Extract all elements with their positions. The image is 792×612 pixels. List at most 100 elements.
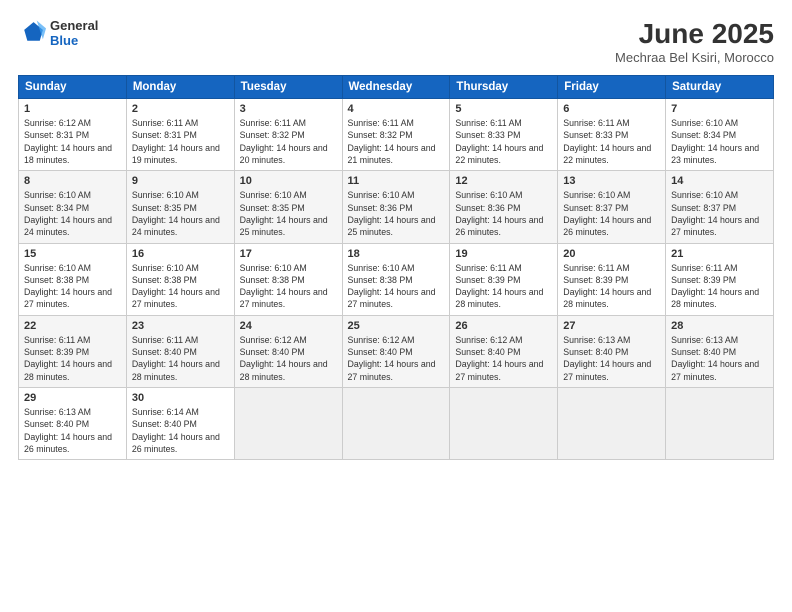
day-number: 23 — [132, 320, 229, 332]
table-row: 18Sunrise: 6:10 AMSunset: 8:38 PMDayligh… — [342, 243, 450, 315]
col-sunday: Sunday — [19, 76, 127, 99]
table-row: 25 Sunrise: 6:12 AMSunset: 8:40 PMDayligh… — [342, 315, 450, 387]
day-number: 1 — [24, 103, 121, 115]
table-row: 15Sunrise: 6:10 AMSunset: 8:38 PMDayligh… — [19, 243, 127, 315]
day-info: Sunrise: 6:11 AMSunset: 8:39 PMDaylight:… — [563, 263, 651, 310]
day-info: Sunrise: 6:14 AMSunset: 8:40 PMDaylight:… — [132, 407, 220, 454]
day-info: Sunrise: 6:10 AMSunset: 8:38 PMDaylight:… — [240, 263, 328, 310]
day-number: 29 — [24, 392, 121, 404]
table-row: 21Sunrise: 6:11 AMSunset: 8:39 PMDayligh… — [666, 243, 774, 315]
week-row-2: 8Sunrise: 6:10 AMSunset: 8:34 PMDaylight… — [19, 171, 774, 243]
table-row: 29Sunrise: 6:13 AMSunset: 8:40 PMDayligh… — [19, 388, 127, 460]
day-number: 7 — [671, 103, 768, 115]
table-row: 4Sunrise: 6:11 AMSunset: 8:32 PMDaylight… — [342, 99, 450, 171]
col-saturday: Saturday — [666, 76, 774, 99]
month-year: June 2025 — [615, 18, 774, 50]
table-row: 6Sunrise: 6:11 AMSunset: 8:33 PMDaylight… — [558, 99, 666, 171]
day-info: Sunrise: 6:10 AMSunset: 8:34 PMDaylight:… — [671, 118, 759, 165]
table-row: 5 Sunrise: 6:11 AMSunset: 8:33 PMDaylight… — [450, 99, 558, 171]
day-info: Sunrise: 6:11 AMSunset: 8:39 PMDaylight:… — [455, 263, 543, 310]
table-row: 10 Sunrise: 6:10 AMSunset: 8:35 PMDayligh… — [234, 171, 342, 243]
day-number: 4 — [348, 103, 445, 115]
day-number: 22 — [24, 320, 121, 332]
day-info: Sunrise: 6:11 AMSunset: 8:33 PMDaylight:… — [455, 118, 543, 165]
week-row-3: 15Sunrise: 6:10 AMSunset: 8:38 PMDayligh… — [19, 243, 774, 315]
day-info: Sunrise: 6:12 AMSunset: 8:31 PMDaylight:… — [24, 118, 112, 165]
day-number: 30 — [132, 392, 229, 404]
day-number: 9 — [132, 175, 229, 187]
header-row: Sunday Monday Tuesday Wednesday Thursday… — [19, 76, 774, 99]
day-number: 14 — [671, 175, 768, 187]
day-number: 24 — [240, 320, 337, 332]
table-row: 3 Sunrise: 6:11 AMSunset: 8:32 PMDaylight… — [234, 99, 342, 171]
table-row: 23 Sunrise: 6:11 AMSunset: 8:40 PMDayligh… — [126, 315, 234, 387]
day-number: 3 — [240, 103, 337, 115]
table-row: 14 Sunrise: 6:10 AMSunset: 8:37 PMDayligh… — [666, 171, 774, 243]
day-number: 2 — [132, 103, 229, 115]
day-number: 8 — [24, 175, 121, 187]
day-number: 19 — [455, 248, 552, 260]
day-number: 11 — [348, 175, 445, 187]
table-row: 12 Sunrise: 6:10 AMSunset: 8:36 PMDayligh… — [450, 171, 558, 243]
col-monday: Monday — [126, 76, 234, 99]
week-row-1: 1 Sunrise: 6:12 AMSunset: 8:31 PMDaylight… — [19, 99, 774, 171]
table-row — [342, 388, 450, 460]
col-friday: Friday — [558, 76, 666, 99]
table-row: 19 Sunrise: 6:11 AMSunset: 8:39 PMDayligh… — [450, 243, 558, 315]
table-row — [234, 388, 342, 460]
day-number: 16 — [132, 248, 229, 260]
table-row: 2 Sunrise: 6:11 AMSunset: 8:31 PMDaylight… — [126, 99, 234, 171]
day-number: 17 — [240, 248, 337, 260]
table-row: 30 Sunrise: 6:14 AMSunset: 8:40 PMDayligh… — [126, 388, 234, 460]
table-row — [450, 388, 558, 460]
day-info: Sunrise: 6:10 AMSunset: 8:35 PMDaylight:… — [240, 190, 328, 237]
table-row: 17 Sunrise: 6:10 AMSunset: 8:38 PMDayligh… — [234, 243, 342, 315]
day-number: 13 — [563, 175, 660, 187]
table-row: 26 Sunrise: 6:12 AMSunset: 8:40 PMDayligh… — [450, 315, 558, 387]
day-info: Sunrise: 6:10 AMSunset: 8:38 PMDaylight:… — [132, 263, 220, 310]
logo-icon — [18, 19, 46, 47]
day-info: Sunrise: 6:11 AMSunset: 8:39 PMDaylight:… — [24, 335, 112, 382]
day-info: Sunrise: 6:12 AMSunset: 8:40 PMDaylight:… — [348, 335, 436, 382]
day-info: Sunrise: 6:11 AMSunset: 8:31 PMDaylight:… — [132, 118, 220, 165]
table-row — [666, 388, 774, 460]
day-info: Sunrise: 6:10 AMSunset: 8:37 PMDaylight:… — [671, 190, 759, 237]
calendar: Sunday Monday Tuesday Wednesday Thursday… — [18, 75, 774, 460]
day-number: 5 — [455, 103, 552, 115]
day-number: 6 — [563, 103, 660, 115]
day-info: Sunrise: 6:10 AMSunset: 8:35 PMDaylight:… — [132, 190, 220, 237]
day-info: Sunrise: 6:12 AMSunset: 8:40 PMDaylight:… — [240, 335, 328, 382]
table-row: 22 Sunrise: 6:11 AMSunset: 8:39 PMDayligh… — [19, 315, 127, 387]
week-row-4: 22 Sunrise: 6:11 AMSunset: 8:39 PMDayligh… — [19, 315, 774, 387]
day-number: 12 — [455, 175, 552, 187]
table-row: 27Sunrise: 6:13 AMSunset: 8:40 PMDayligh… — [558, 315, 666, 387]
day-number: 25 — [348, 320, 445, 332]
col-tuesday: Tuesday — [234, 76, 342, 99]
day-number: 20 — [563, 248, 660, 260]
day-info: Sunrise: 6:11 AMSunset: 8:32 PMDaylight:… — [240, 118, 328, 165]
day-info: Sunrise: 6:10 AMSunset: 8:37 PMDaylight:… — [563, 190, 651, 237]
table-row: 7 Sunrise: 6:10 AMSunset: 8:34 PMDaylight… — [666, 99, 774, 171]
table-row: 20 Sunrise: 6:11 AMSunset: 8:39 PMDayligh… — [558, 243, 666, 315]
table-row: 1 Sunrise: 6:12 AMSunset: 8:31 PMDaylight… — [19, 99, 127, 171]
title-block: June 2025 Mechraa Bel Ksiri, Morocco — [615, 18, 774, 65]
table-row: 13 Sunrise: 6:10 AMSunset: 8:37 PMDayligh… — [558, 171, 666, 243]
day-info: Sunrise: 6:12 AMSunset: 8:40 PMDaylight:… — [455, 335, 543, 382]
table-row: 16 Sunrise: 6:10 AMSunset: 8:38 PMDayligh… — [126, 243, 234, 315]
day-number: 28 — [671, 320, 768, 332]
day-number: 27 — [563, 320, 660, 332]
col-wednesday: Wednesday — [342, 76, 450, 99]
day-info: Sunrise: 6:10 AMSunset: 8:36 PMDaylight:… — [455, 190, 543, 237]
table-row: 11Sunrise: 6:10 AMSunset: 8:36 PMDayligh… — [342, 171, 450, 243]
day-number: 18 — [348, 248, 445, 260]
col-thursday: Thursday — [450, 76, 558, 99]
header: General Blue June 2025 Mechraa Bel Ksiri… — [18, 18, 774, 65]
table-row: 9 Sunrise: 6:10 AMSunset: 8:35 PMDaylight… — [126, 171, 234, 243]
table-row: 24 Sunrise: 6:12 AMSunset: 8:40 PMDayligh… — [234, 315, 342, 387]
day-number: 10 — [240, 175, 337, 187]
day-info: Sunrise: 6:11 AMSunset: 8:39 PMDaylight:… — [671, 263, 759, 310]
day-info: Sunrise: 6:11 AMSunset: 8:40 PMDaylight:… — [132, 335, 220, 382]
location: Mechraa Bel Ksiri, Morocco — [615, 50, 774, 65]
day-number: 26 — [455, 320, 552, 332]
logo: General Blue — [18, 18, 98, 48]
